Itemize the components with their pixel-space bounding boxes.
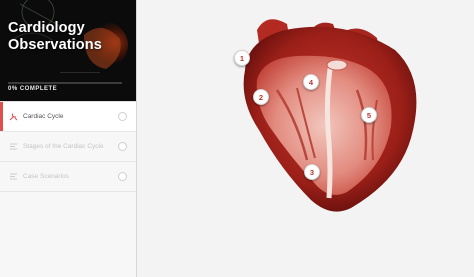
course-title: Cardiology Observations	[8, 20, 102, 54]
lesson-item-case-scenarios[interactable]: Case Scenarios	[0, 162, 136, 192]
lesson-label: Case Scenarios	[23, 173, 69, 180]
sidebar: Cardiology Observations 0% COMPLETE Card…	[0, 0, 137, 277]
course-header: Cardiology Observations 0% COMPLETE	[0, 0, 136, 101]
hotspot-marker-3[interactable]: 3	[304, 164, 320, 180]
lesson-label: Stages of the Cardiac Cycle	[23, 143, 104, 150]
lesson-status-circle	[118, 172, 127, 181]
hotspot-marker-5[interactable]: 5	[361, 107, 377, 123]
hotspot-marker-4[interactable]: 4	[303, 74, 319, 90]
heart-illustration	[243, 19, 417, 212]
lesson-label: Cardiac Cycle	[23, 113, 64, 120]
lesson-item-stages-of-the-cardiac-cycle[interactable]: Stages of the Cardiac Cycle	[0, 132, 136, 162]
progress-bar	[8, 82, 122, 84]
progress-label: 0% COMPLETE	[8, 86, 58, 92]
list-icon	[8, 142, 18, 152]
course-title-line2: Observations	[8, 37, 102, 53]
lesson-list: Cardiac Cycle Stages of the Cardiac Cycl…	[0, 101, 136, 277]
hotspot-marker-2[interactable]: 2	[253, 89, 269, 105]
course-title-line1: Cardiology	[8, 20, 85, 36]
hotspot-marker-1[interactable]: 1	[234, 50, 250, 66]
lesson-status-circle	[118, 112, 127, 121]
app: Cardiology Observations 0% COMPLETE Card…	[0, 0, 474, 277]
lesson-item-cardiac-cycle[interactable]: Cardiac Cycle	[0, 102, 136, 132]
tools-icon	[8, 112, 18, 122]
lesson-status-circle	[118, 142, 127, 151]
list-icon	[8, 172, 18, 182]
content-area: 1 2 3 4 5	[137, 0, 474, 277]
